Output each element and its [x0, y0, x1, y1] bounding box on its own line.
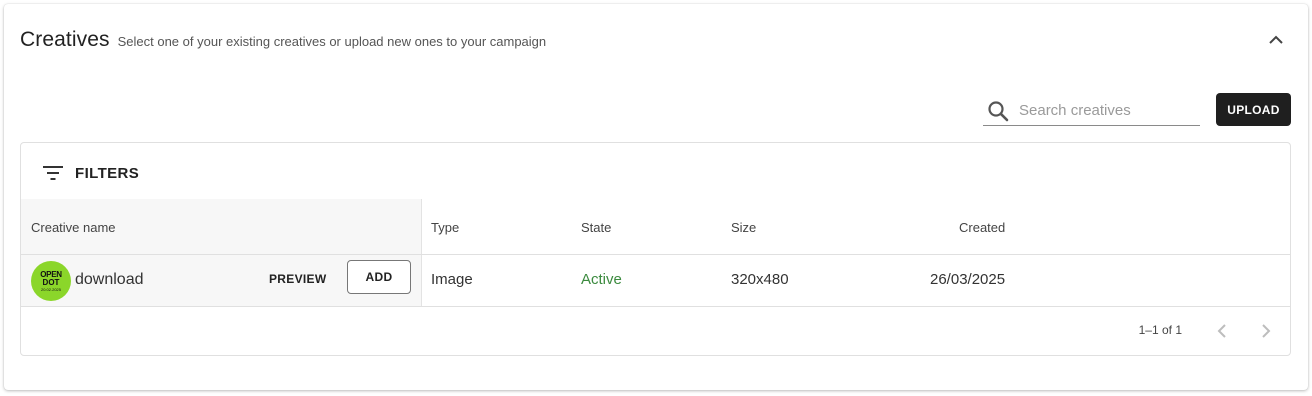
pagination-info: 1–1 of 1: [1138, 323, 1182, 337]
search-box: [983, 96, 1200, 126]
panel-subtitle: Select one of your existing creatives or…: [117, 34, 547, 49]
chevron-right-icon: [1262, 324, 1271, 338]
column-header-type[interactable]: Type: [431, 220, 459, 235]
creative-created: 26/03/2025: [930, 271, 1006, 288]
collapse-button[interactable]: [1264, 28, 1288, 52]
previous-page-button[interactable]: [1210, 319, 1234, 343]
creatives-panel: Creatives Select one of your existing cr…: [4, 4, 1308, 390]
filters-button[interactable]: FILTERS: [41, 161, 139, 185]
table-header-row: Creative name Type State Size Created: [21, 199, 1290, 255]
column-header-created[interactable]: Created: [959, 220, 1005, 235]
panel-title: Creatives: [20, 28, 110, 51]
column-header-state[interactable]: State: [581, 220, 611, 235]
upload-button[interactable]: UPLOAD: [1216, 93, 1291, 126]
search-icon: [985, 98, 1011, 124]
pagination: 1–1 of 1: [990, 319, 1290, 343]
creative-state: Active: [581, 271, 622, 288]
search-input[interactable]: [1019, 102, 1189, 119]
chevron-left-icon: [1217, 324, 1226, 338]
filter-list-icon: [41, 161, 65, 185]
creative-type: Image: [431, 271, 473, 288]
filters-label: FILTERS: [75, 164, 140, 182]
panel-header: Creatives Select one of your existing cr…: [20, 28, 546, 52]
table-row[interactable]: OPEN DOT 20.02.2025 download PREVIEW ADD…: [21, 255, 1290, 307]
add-button[interactable]: ADD: [347, 260, 411, 294]
thumbnail-text-3: 20.02.2025: [40, 286, 62, 292]
column-header-size[interactable]: Size: [731, 220, 756, 235]
creatives-table: FILTERS Creative name Type State Size Cr…: [20, 142, 1291, 356]
creative-name: download: [75, 271, 144, 288]
creative-size: 320x480: [731, 271, 789, 288]
next-page-button[interactable]: [1254, 319, 1278, 343]
column-header-name[interactable]: Creative name: [31, 220, 116, 235]
chevron-up-icon: [1269, 35, 1283, 44]
preview-button[interactable]: PREVIEW: [261, 267, 334, 291]
creative-thumbnail: OPEN DOT 20.02.2025: [31, 261, 71, 301]
thumbnail-text-2: DOT: [42, 277, 60, 287]
